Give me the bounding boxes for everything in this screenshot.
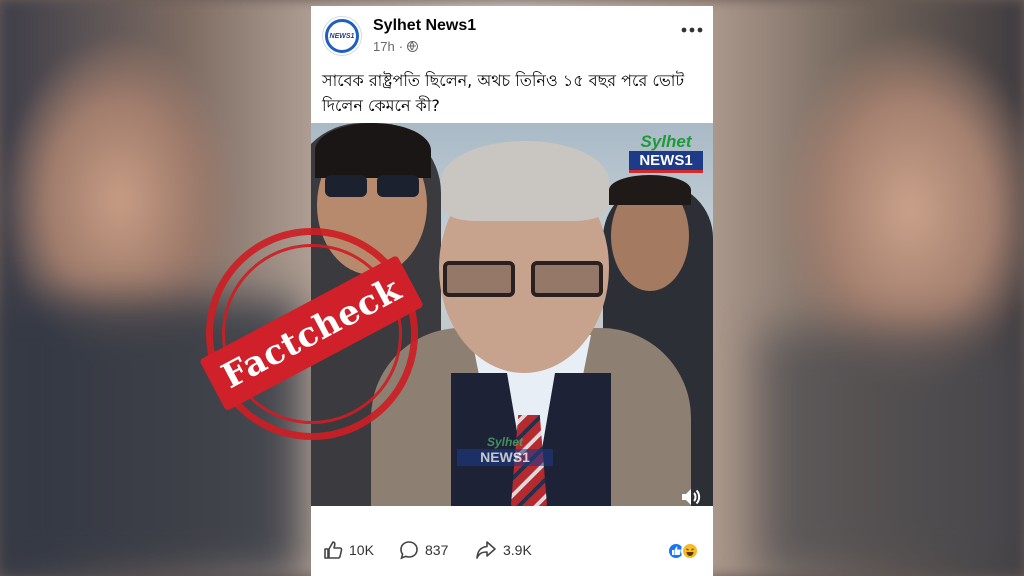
post-header: NEWS1 Sylhet News1 17h · — [311, 6, 713, 66]
bystander-sunglasses — [325, 175, 421, 199]
post-caption: সাবেক রাষ্ট্রপতি ছিলেন, অথচ তিনিও ১৫ বছর… — [322, 71, 685, 115]
volume-icon[interactable] — [679, 486, 701, 506]
like-count: 10K — [349, 542, 374, 558]
share-icon — [476, 541, 496, 559]
share-button[interactable]: 3.9K — [475, 540, 532, 560]
haha-reaction-icon — [681, 542, 699, 560]
watermark-bottom: NEWS1 — [457, 449, 553, 466]
background-shade-right — [760, 330, 1024, 576]
bystander-right-hair — [609, 175, 691, 205]
thumbs-up-icon — [324, 541, 343, 559]
reaction-summary[interactable] — [667, 542, 703, 562]
channel-watermark: Sylhet NEWS1 — [457, 436, 553, 466]
speaker-hair — [441, 141, 609, 221]
bystander-left-hair — [315, 123, 431, 178]
channel-logo-bottom: NEWS1 — [629, 151, 703, 173]
more-options-icon[interactable] — [681, 16, 703, 39]
page-avatar[interactable]: NEWS1 — [322, 16, 362, 56]
post-stats-bar: 10K 837 3.9K — [311, 526, 713, 576]
globe-icon — [407, 41, 419, 52]
avatar-logo-text: NEWS1 — [329, 32, 355, 40]
like-button[interactable]: 10K — [323, 540, 374, 560]
channel-logo-top: Sylhet — [640, 132, 692, 151]
speaker-glasses — [443, 261, 608, 301]
share-count: 3.9K — [503, 542, 532, 558]
page-name[interactable]: Sylhet News1 — [373, 17, 476, 35]
meta-separator: · — [398, 39, 404, 54]
comment-count: 837 — [425, 542, 449, 558]
post-time[interactable]: 17h — [373, 39, 395, 54]
channel-logo: Sylhet NEWS1 — [629, 133, 703, 173]
post-meta: 17h · — [373, 39, 419, 54]
comment-button[interactable]: 837 — [399, 540, 448, 560]
comment-icon — [400, 541, 418, 560]
watermark-top: Sylhet — [486, 435, 523, 449]
